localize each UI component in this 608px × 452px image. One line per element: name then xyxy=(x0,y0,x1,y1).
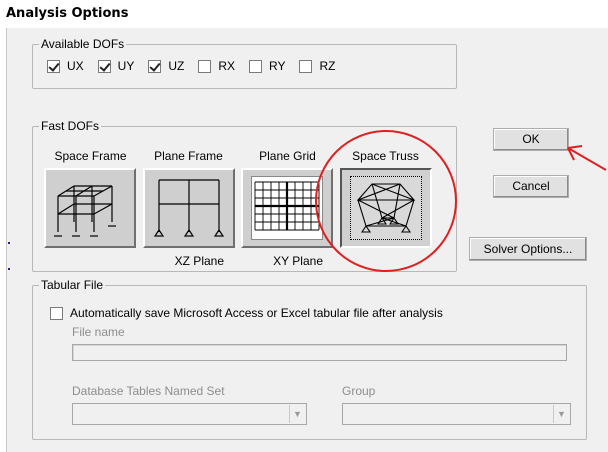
plane-frame-sublabel: XZ Plane xyxy=(174,254,224,268)
checkbox-icon[interactable] xyxy=(249,59,263,73)
checkbox-icon[interactable] xyxy=(299,59,313,73)
tabular-file-group: Tabular File Automatically save Microsof… xyxy=(32,278,587,440)
chevron-down-icon[interactable]: ▼ xyxy=(553,405,569,423)
plane-grid-sublabel: XY Plane xyxy=(273,254,323,268)
dof-label: RZ xyxy=(319,59,336,73)
window-title: Analysis Options xyxy=(6,6,129,21)
available-dofs-label: Available DOFs xyxy=(39,37,127,51)
dof-checkbox-rz[interactable]: RZ xyxy=(299,59,335,73)
dof-label: RX xyxy=(218,59,236,73)
file-name-label: File name xyxy=(72,325,125,339)
cancel-button[interactable]: Cancel xyxy=(493,175,569,198)
fast-dofs-label: Fast DOFs xyxy=(39,119,102,133)
dof-label: UY xyxy=(117,59,135,73)
dof-checkbox-uz[interactable]: UZ xyxy=(148,59,184,73)
chevron-down-icon[interactable]: ▼ xyxy=(289,405,305,423)
dof-checkbox-ux[interactable]: UX xyxy=(47,59,84,73)
file-name-field[interactable] xyxy=(72,344,567,361)
space-frame-button[interactable] xyxy=(44,168,136,248)
checkbox-icon[interactable] xyxy=(97,59,111,73)
database-tables-label: Database Tables Named Set xyxy=(72,384,225,398)
space-frame-label: Space Frame xyxy=(54,149,127,163)
plane-frame-icon xyxy=(153,179,225,237)
available-dofs-group: Available DOFs UX UY UZ RX RY RZ xyxy=(32,37,457,89)
dof-checkbox-row: UX UY UZ RX RY RZ xyxy=(47,59,349,73)
plane-grid-label: Plane Grid xyxy=(259,149,316,163)
dof-label: UX xyxy=(67,59,84,73)
edge-marker xyxy=(8,242,10,244)
highlight-circle xyxy=(315,130,457,272)
checkbox-icon[interactable] xyxy=(198,59,212,73)
dof-checkbox-ry[interactable]: RY xyxy=(249,59,285,73)
ok-button[interactable]: OK xyxy=(493,128,569,151)
group-label: Group xyxy=(342,384,376,398)
plane-frame-label: Plane Frame xyxy=(154,149,223,163)
group-dropdown[interactable]: ▼ xyxy=(342,403,571,425)
plane-frame-button[interactable] xyxy=(143,168,235,248)
analysis-options-dialog: Available DOFs UX UY UZ RX RY RZ Fast DO… xyxy=(6,28,608,452)
dof-label: RY xyxy=(269,59,286,73)
dof-label: UZ xyxy=(168,59,185,73)
database-tables-dropdown[interactable]: ▼ xyxy=(72,403,307,425)
dof-checkbox-uy[interactable]: UY xyxy=(97,59,135,73)
edge-marker xyxy=(8,268,10,270)
dof-checkbox-rx[interactable]: RX xyxy=(198,59,235,73)
checkbox-icon[interactable] xyxy=(148,59,162,73)
solver-options-button[interactable]: Solver Options... xyxy=(469,237,587,261)
auto-save-label: Automatically save Microsoft Access or E… xyxy=(70,306,443,320)
auto-save-checkbox[interactable] xyxy=(50,306,63,320)
annotation-arrow-icon xyxy=(567,145,607,171)
space-frame-icon xyxy=(54,185,116,237)
checkbox-icon[interactable] xyxy=(47,59,60,73)
tabular-file-label: Tabular File xyxy=(39,278,106,292)
auto-save-row[interactable]: Automatically save Microsoft Access or E… xyxy=(50,306,443,320)
